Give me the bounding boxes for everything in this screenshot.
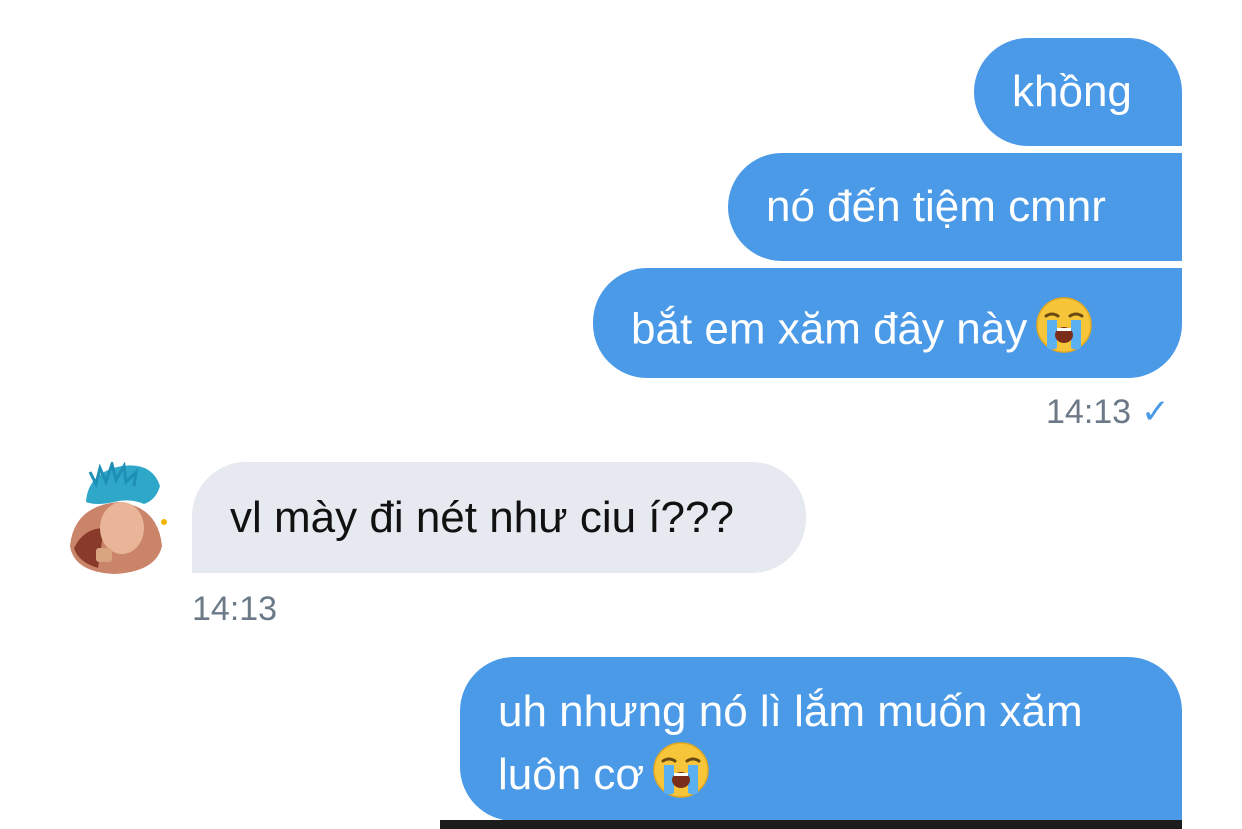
sent-check-icon: ✓ (1141, 393, 1170, 431)
message-text: vl mày đi nét như ciu í??? (230, 493, 734, 542)
crying-face-icon (652, 741, 710, 814)
message-text-line: luôn cơ (498, 741, 1182, 814)
outgoing-message-bubble[interactable]: bắt em xăm đây này (593, 268, 1182, 378)
outgoing-message-bubble[interactable]: khồng (974, 38, 1182, 146)
message-text: khồng (1012, 67, 1132, 116)
next-message-edge (440, 820, 1182, 829)
outgoing-message-bubble[interactable]: nó đến tiệm cmnr (728, 153, 1182, 261)
incoming-message-bubble[interactable]: vl mày đi nét như ciu í??? (192, 462, 806, 573)
message-timestamp: 14:13 ✓ (1046, 392, 1170, 432)
outgoing-message-bubble[interactable]: uh nhưng nó lì lắm muốn xăm luôn cơ (460, 657, 1182, 821)
message-text: bắt em xăm đây này (631, 304, 1028, 354)
timestamp-text: 14:13 (1046, 393, 1132, 431)
message-timestamp: 14:13 (192, 590, 278, 628)
avatar[interactable] (66, 458, 170, 574)
message-text: luôn cơ (498, 750, 645, 800)
message-text: nó đến tiệm cmnr (766, 182, 1106, 231)
message-text-line: uh nhưng nó lì lắm muốn xăm (498, 687, 1083, 736)
crying-face-icon (1035, 296, 1093, 368)
